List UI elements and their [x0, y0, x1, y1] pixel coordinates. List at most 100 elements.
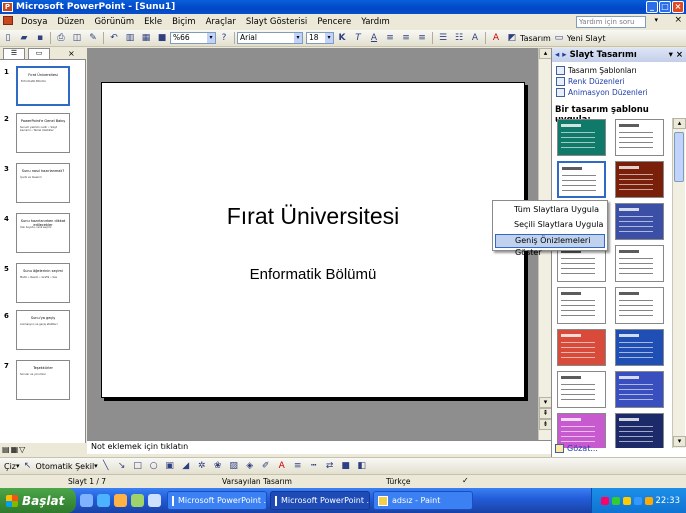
menu-slayt-gosterisi[interactable]: Slayt Gösterisi	[241, 17, 312, 27]
design-template-thumbnail[interactable]	[557, 287, 606, 324]
table-icon[interactable]: ▦	[139, 31, 153, 45]
fill-color-icon[interactable]: ◈	[243, 459, 257, 473]
numbering-icon[interactable]: ☰	[436, 31, 450, 45]
design-template-thumbnail[interactable]	[615, 203, 664, 240]
picture-icon[interactable]: ▨	[227, 459, 241, 473]
task-pane-scrollbar[interactable]: ▴ ▾	[672, 118, 686, 448]
menu-pencere[interactable]: Pencere	[312, 17, 356, 27]
doc-close-icon[interactable]: ×	[674, 15, 682, 25]
new-slide-button[interactable]: Yeni Slayt	[567, 34, 606, 43]
close-button[interactable]: ×	[672, 1, 684, 13]
align-center-icon[interactable]: ≡	[399, 31, 413, 45]
3d-style-icon[interactable]: ◧	[355, 459, 369, 473]
quicklaunch-media-icon[interactable]	[114, 494, 127, 507]
undo-icon[interactable]: ↶	[107, 31, 121, 45]
tray-icon-1[interactable]	[600, 496, 609, 505]
slide-thumbnail[interactable]: 6 Sunu'ya geçiş Animasyon ve geçiş efektle…	[0, 310, 86, 352]
slide-subtitle[interactable]: Enformatik Bölümü	[102, 266, 524, 283]
link-design-templates[interactable]: Tasarım Şablonları	[556, 66, 637, 75]
help-dropdown-icon[interactable]: ▾	[654, 16, 658, 24]
menu-duzen[interactable]: Düzen	[52, 17, 89, 27]
link-animation-schemes[interactable]: Animasyon Düzenleri	[556, 88, 648, 97]
taskbar-item-powerpoint-2[interactable]: Microsoft PowerPoint ...	[270, 491, 370, 510]
slide-thumbnail-image[interactable]: Sunu nasıl hazırlanmalı? İçerik ve tasarı…	[16, 163, 70, 203]
slide-thumbnail[interactable]: 5 Sunu öğelerinin seçimi Metin • Resim • G…	[0, 263, 86, 305]
help-icon[interactable]: ?	[217, 31, 231, 45]
menu-araclar[interactable]: Araçlar	[201, 17, 241, 27]
design-template-thumbnail[interactable]	[557, 329, 606, 366]
new-document-icon[interactable]: ▯	[1, 31, 15, 45]
line-style-icon[interactable]: ≡	[291, 459, 305, 473]
arrow-style-icon[interactable]: ⇄	[323, 459, 337, 473]
minimize-button[interactable]: _	[646, 1, 658, 13]
slide-thumbnail[interactable]: 2 PowerPoint'e Genel Bakış Sunum yazılımı …	[0, 113, 86, 155]
taskbar-item-paint[interactable]: adsız - Paint	[373, 491, 473, 510]
task-pane-menu-icon[interactable]: ▾ ×	[669, 50, 683, 60]
normal-view-icon[interactable]: ▤	[2, 445, 10, 454]
tray-icon-4[interactable]	[633, 496, 642, 505]
menu-ekle[interactable]: Ekle	[139, 17, 167, 27]
font-size-select[interactable]: 18 ▾	[306, 32, 334, 44]
tray-icon-2[interactable]	[611, 496, 620, 505]
save-icon[interactable]: ▪	[33, 31, 47, 45]
design-template-thumbnail[interactable]	[615, 119, 664, 156]
slide-thumbnail-image[interactable]: Sunu hazırlanırken dikkat edilecekler Yaz…	[16, 213, 70, 253]
autoshapes-menu[interactable]: Otomatik Şekil	[36, 462, 95, 471]
bullets-icon[interactable]: ☷	[452, 31, 466, 45]
menu-show-large-previews[interactable]: Geniş Önizlemeleri Göster	[495, 234, 605, 257]
design-template-thumbnail[interactable]	[615, 329, 664, 366]
line-color-icon[interactable]: ✐	[259, 459, 273, 473]
tray-icon-3[interactable]	[622, 496, 631, 505]
menu-bicim[interactable]: Biçim	[167, 17, 201, 27]
start-button[interactable]: Başlat	[0, 488, 76, 513]
dash-style-icon[interactable]: ┅	[307, 459, 321, 473]
slideshow-view-icon[interactable]: ▽	[19, 445, 25, 454]
slide-thumbnail-image[interactable]: Sunu öğelerinin seçimi Metin • Resim • Gr…	[16, 263, 70, 303]
underline-button[interactable]: A	[367, 31, 381, 45]
align-left-icon[interactable]: ≡	[383, 31, 397, 45]
doc-menu-icon[interactable]	[0, 16, 16, 28]
design-template-thumbnail[interactable]	[557, 371, 606, 408]
quicklaunch-app-icon[interactable]	[148, 494, 161, 507]
design-template-thumbnail[interactable]	[615, 161, 664, 198]
notes-field[interactable]: Not eklemek için tıklatın	[87, 440, 551, 454]
slide-thumbnail[interactable]: 7 Teşekkürler Sorular ve yorumlar	[0, 360, 86, 402]
menu-gorunum[interactable]: Görünüm	[89, 17, 139, 27]
font-select[interactable]: Arial ▾	[237, 32, 303, 44]
line-tool-icon[interactable]: ╲	[99, 459, 113, 473]
chart-icon[interactable]: ▥	[123, 31, 137, 45]
back-icon[interactable]: ◂	[555, 50, 559, 60]
slide-title[interactable]: Fırat Üniversitesi	[102, 203, 524, 230]
maximize-button[interactable]: □	[659, 1, 671, 13]
textbox-tool-icon[interactable]: ▣	[163, 459, 177, 473]
design-template-thumbnail[interactable]	[557, 119, 606, 156]
design-template-thumbnail[interactable]	[615, 287, 664, 324]
print-preview-icon[interactable]: ◫	[70, 31, 84, 45]
pane-close-icon[interactable]: ×	[68, 49, 75, 58]
oval-tool-icon[interactable]: ○	[147, 459, 161, 473]
select-pointer-icon[interactable]: ↖	[21, 459, 35, 473]
help-search-input[interactable]: Yardım için soru yazın	[576, 16, 646, 36]
open-folder-icon[interactable]: ▰	[17, 31, 31, 45]
format-painter-icon[interactable]: ✎	[86, 31, 100, 45]
slide-thumbnail[interactable]: 1 Fırat Üniversitesi Enformatik Bölümü	[0, 66, 86, 108]
menu-apply-selected[interactable]: Seçili Slaytlara Uygula	[495, 218, 605, 232]
sorter-view-icon[interactable]: ▦	[11, 445, 19, 454]
arrow-tool-icon[interactable]: ↘	[115, 459, 129, 473]
menu-dosya[interactable]: Dosya	[16, 17, 52, 27]
shadow-icon[interactable]: ■	[339, 459, 353, 473]
print-icon[interactable]: ⎙	[54, 31, 68, 45]
diagram-icon[interactable]: ✲	[195, 459, 209, 473]
design-button[interactable]: Tasarım	[520, 34, 551, 43]
menu-yardim[interactable]: Yardım	[356, 17, 395, 27]
zoom-select[interactable]: %66 ▾	[170, 32, 216, 44]
design-template-thumbnail[interactable]	[615, 245, 664, 282]
font-color-draw-icon[interactable]: A	[275, 459, 289, 473]
design-template-thumbnail[interactable]	[615, 371, 664, 408]
design-template-thumbnail[interactable]	[557, 413, 606, 448]
slide-thumbnail-image[interactable]: Sunu'ya geçiş Animasyon ve geçiş efektler…	[16, 310, 70, 350]
draw-menu[interactable]: Çiz	[4, 462, 16, 471]
slide-thumbnail-image[interactable]: Teşekkürler Sorular ve yorumlar	[16, 360, 70, 400]
wordart-icon[interactable]: ◢	[179, 459, 193, 473]
tab-outline[interactable]: ☰	[3, 48, 25, 59]
